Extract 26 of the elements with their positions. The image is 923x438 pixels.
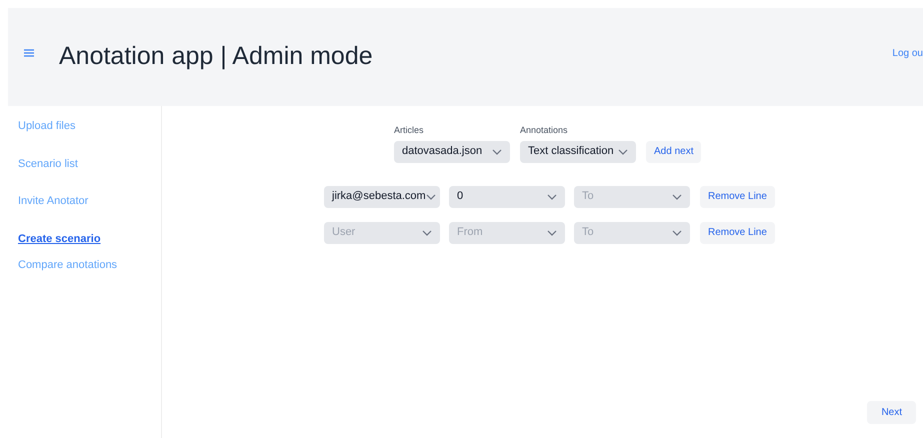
sidebar-link[interactable]: Scenario list <box>18 156 78 172</box>
field-label: Articles <box>394 124 425 137</box>
select-field[interactable]: jirka@sebesta.com <box>324 186 440 208</box>
sidebar-link[interactable]: Create scenario <box>18 230 101 247</box>
chevron-down-icon <box>547 194 557 200</box>
field-label: Annotations <box>520 124 569 137</box>
chevron-down-icon <box>618 148 628 154</box>
select-field[interactable]: datovasada.json <box>394 140 510 162</box>
sidebar-link[interactable]: Compare anotations <box>18 257 118 274</box>
remove-line-button[interactable]: Remove Line <box>700 186 775 208</box>
add-next-button[interactable]: Add next <box>646 140 702 162</box>
chevron-down-icon <box>426 194 436 200</box>
chevron-down-icon <box>672 194 682 200</box>
logout-link[interactable]: Log ou <box>892 46 923 60</box>
chevron-down-icon <box>492 148 502 154</box>
menu-icon[interactable] <box>24 49 34 57</box>
sidebar-link[interactable]: Upload files <box>18 118 76 134</box>
chevron-down-icon <box>422 230 432 236</box>
sidebar-link[interactable]: Invite Anotator <box>18 193 88 210</box>
next-button[interactable]: Next <box>867 401 916 424</box>
app-title: Anotation app | Admin mode <box>59 41 373 72</box>
chevron-down-icon <box>547 230 557 236</box>
select-field[interactable]: 0 <box>449 186 565 208</box>
chevron-down-icon <box>672 230 682 236</box>
remove-line-button[interactable]: Remove Line <box>700 222 775 244</box>
select-field[interactable]: Text classification <box>520 140 636 162</box>
